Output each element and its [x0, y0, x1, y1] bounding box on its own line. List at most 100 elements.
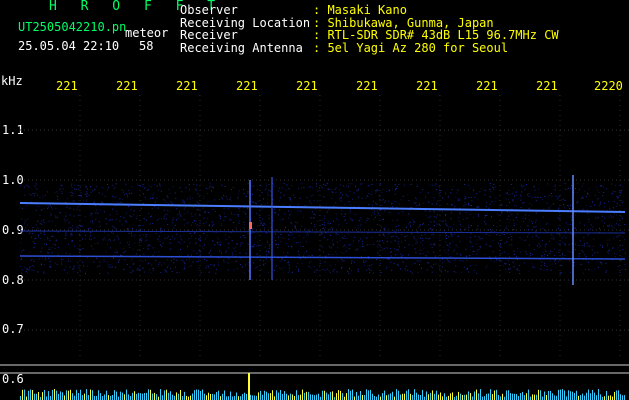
x-tick-label: 221: [236, 79, 258, 93]
noise-dot: [353, 205, 355, 207]
noise-dot: [326, 211, 328, 213]
noise-dot: [549, 241, 551, 242]
noise-dot: [172, 222, 174, 224]
noise-dot: [41, 257, 43, 259]
noise-dot: [406, 259, 408, 260]
noise-dot: [82, 248, 84, 250]
noise-dot: [410, 225, 412, 227]
noise-dot: [380, 272, 382, 274]
noise-dot: [508, 189, 510, 191]
noise-dot: [164, 200, 166, 202]
noise-dot: [261, 192, 263, 194]
noise-dot: [277, 214, 279, 216]
info-values: : Masaki Kano : Shibukawa, Gunma, Japan …: [313, 4, 559, 54]
noise-dot: [567, 188, 569, 190]
level-bar: [130, 396, 131, 400]
noise-dot: [282, 219, 284, 220]
noise-dot: [142, 224, 144, 226]
noise-dot: [512, 187, 514, 189]
noise-dot: [310, 260, 312, 262]
noise-dot: [594, 195, 596, 196]
noise-dot: [597, 217, 599, 219]
noise-dot: [624, 209, 626, 211]
noise-dot: [428, 201, 430, 203]
noise-dot: [206, 221, 208, 223]
level-bar: [506, 390, 507, 400]
noise-dot: [561, 254, 563, 256]
noise-dot: [548, 194, 550, 196]
noise-dot: [506, 211, 508, 213]
noise-dot: [173, 227, 175, 229]
filename-label: UT2505042210.pn: [18, 20, 127, 34]
noise-dot: [258, 214, 260, 215]
noise-dot: [29, 232, 31, 234]
noise-dot: [128, 241, 130, 243]
level-bar: [412, 395, 413, 400]
noise-dot: [522, 217, 524, 219]
noise-dot: [71, 191, 72, 193]
noise-dot: [214, 199, 215, 201]
noise-dot: [47, 238, 49, 240]
noise-dot: [299, 245, 301, 247]
level-bar: [584, 395, 585, 400]
noise-dot: [480, 247, 482, 249]
noise-dot: [232, 230, 234, 232]
noise-dot: [544, 244, 546, 246]
noise-dot: [264, 189, 266, 191]
noise-dot: [332, 243, 334, 245]
noise-dot: [308, 262, 310, 264]
noise-dot: [111, 219, 113, 221]
noise-dot: [235, 227, 237, 229]
noise-dot: [547, 255, 549, 256]
level-bar: [142, 393, 143, 400]
noise-dot: [512, 200, 514, 202]
noise-dot: [448, 236, 450, 238]
noise-dot: [213, 209, 215, 211]
noise-dot: [79, 251, 81, 253]
noise-dot: [23, 186, 25, 188]
noise-dot: [145, 236, 147, 238]
noise-dot: [121, 224, 123, 226]
noise-dot: [445, 244, 447, 245]
level-bar: [262, 394, 263, 400]
noise-dot: [553, 238, 555, 240]
level-bar: [88, 395, 89, 400]
noise-dot: [490, 183, 492, 185]
noise-dot: [67, 260, 69, 262]
level-bar: [288, 395, 289, 400]
noise-dot: [386, 268, 388, 270]
noise-dot: [477, 250, 479, 252]
noise-dot: [538, 243, 540, 245]
noise-dot: [65, 234, 67, 236]
level-bar: [22, 389, 23, 400]
noise-dot: [38, 258, 40, 260]
noise-dot: [341, 266, 343, 268]
noise-dot: [43, 221, 45, 223]
noise-dot: [262, 263, 264, 265]
noise-dot: [611, 216, 612, 218]
noise-dot: [68, 244, 69, 245]
level-bar: [218, 390, 219, 400]
noise-dot: [464, 198, 466, 200]
noise-dot: [354, 236, 356, 238]
noise-dot: [169, 239, 171, 240]
noise-dot: [575, 235, 577, 237]
noise-dot: [569, 271, 571, 273]
noise-dot: [388, 189, 390, 191]
noise-dot: [450, 234, 452, 236]
noise-dot: [470, 205, 472, 206]
noise-dot: [330, 189, 332, 191]
noise-dot: [52, 243, 54, 245]
noise-dot: [489, 188, 491, 190]
noise-dot: [194, 232, 195, 234]
noise-dot: [184, 263, 186, 265]
noise-dot: [336, 229, 338, 231]
noise-dot: [134, 234, 136, 236]
noise-dot: [68, 221, 69, 223]
noise-dot: [314, 208, 316, 210]
noise-dot: [279, 267, 281, 269]
noise-dot: [455, 196, 457, 198]
noise-dot: [310, 222, 312, 224]
noise-dot: [247, 233, 249, 235]
noise-dot: [419, 203, 420, 205]
